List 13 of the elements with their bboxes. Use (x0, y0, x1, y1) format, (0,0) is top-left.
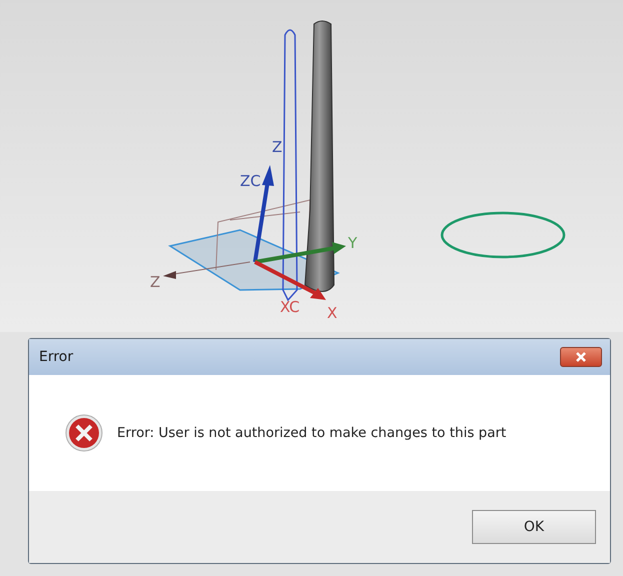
error-message: Error: User is not authorized to make changes to this part (117, 425, 506, 441)
error-icon (65, 414, 103, 452)
close-icon (574, 351, 588, 363)
axis-label: Z (150, 273, 160, 291)
axis-label: Y (348, 234, 358, 252)
axis-label: ZC (240, 172, 261, 190)
ok-button[interactable]: OK (472, 510, 596, 544)
close-button[interactable] (560, 347, 602, 367)
axis-label: X (327, 304, 338, 322)
axis-label: Z (272, 138, 282, 156)
x-axis-arrow (254, 260, 326, 300)
dialog-title: Error (39, 349, 74, 365)
axis-label: XC (280, 298, 300, 316)
